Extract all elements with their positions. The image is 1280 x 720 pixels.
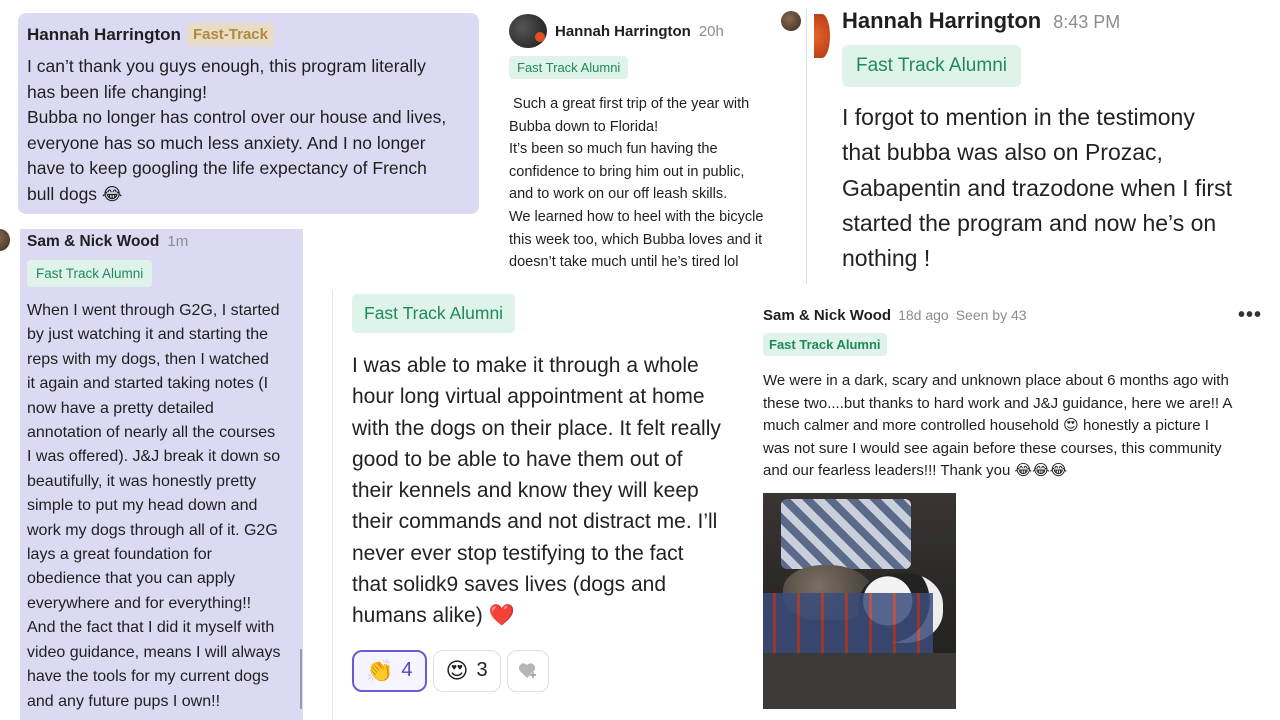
member-badge: Fast Track Alumni: [352, 294, 516, 333]
post-text: Such a great first trip of the year with…: [509, 96, 764, 271]
seen-count[interactable]: Seen by 43: [956, 307, 1027, 323]
author-name[interactable]: Hannah Harrington: [842, 8, 1041, 34]
reaction-count: 4: [401, 659, 413, 682]
author-name[interactable]: Hannah Harrington: [555, 23, 691, 40]
add-reaction-button[interactable]: [506, 649, 549, 692]
reaction-heart-eyes-button[interactable]: 😍 3: [432, 649, 501, 692]
post-header: Hannah Harrington 20h: [509, 14, 806, 48]
author-name[interactable]: Hannah Harrington: [27, 25, 181, 45]
member-badge: Fast Track Alumni: [763, 333, 887, 356]
reaction-clap-button[interactable]: 👏 4: [352, 649, 427, 692]
post-timestamp: 20h: [698, 22, 724, 40]
post-text: I was able to make it through a whole ho…: [352, 354, 721, 628]
member-badge: Fast Track Alumni: [842, 45, 1021, 87]
heart-eyes-emoji-icon: 😍: [445, 657, 469, 683]
post-header: Hannah Harrington Fast-Track: [27, 23, 470, 46]
author-name[interactable]: Sam & Nick Wood: [27, 233, 159, 251]
post-photo-dogs[interactable]: [763, 492, 956, 709]
reaction-bar: 👏 4 😍 3: [352, 649, 752, 692]
post-timestamp: 8:43 PM: [1053, 12, 1121, 32]
post-text: We were in a dark, scary and unknown pla…: [763, 372, 1233, 480]
testimonial-card-hannah-1: Hannah Harrington Fast-Track I can’t tha…: [18, 13, 479, 214]
photo-floor: [763, 652, 956, 709]
photo-blanket: [781, 498, 911, 569]
post-header: Hannah Harrington 8:43 PM: [842, 8, 1280, 34]
clap-emoji-icon: 👏: [366, 657, 394, 683]
member-badge: Fast Track Alumni: [509, 56, 629, 79]
testimonial-card-hannah-3: Hannah Harrington 8:43 PM Fast Track Alu…: [820, 0, 1280, 290]
testimonial-card-sam-nick-1: Sam & Nick Wood 1m Fast Track Alumni Whe…: [20, 229, 303, 720]
post-text: I forgot to mention in the testimony tha…: [842, 104, 1232, 272]
testimonial-card-anonymous: Fast Track Alumni I was able to make it …: [332, 290, 752, 720]
post-header: Sam & Nick Wood 18d ago Seen by 43 •••: [763, 304, 1280, 327]
add-reaction-icon: [518, 663, 536, 678]
avatar[interactable]: [509, 14, 547, 48]
member-badge: Fast Track Alumni: [27, 260, 153, 287]
photo-rug: [763, 592, 933, 653]
scrollbar[interactable]: [300, 649, 302, 709]
testimonial-card-sam-nick-2: Sam & Nick Wood 18d ago Seen by 43 ••• F…: [752, 290, 1280, 720]
post-header: Sam & Nick Wood 1m: [27, 233, 303, 251]
member-badge: Fast-Track: [186, 23, 274, 46]
testimonial-card-hannah-2: Hannah Harrington 20h Fast Track Alumni …: [497, 8, 807, 284]
post-timestamp: 18d ago: [898, 307, 949, 323]
avatar[interactable]: [0, 229, 10, 251]
more-options-icon[interactable]: •••: [1238, 304, 1262, 327]
post-text: When I went through G2G, I started by ju…: [27, 302, 281, 710]
post-timestamp: 1m: [167, 233, 189, 250]
avatar[interactable]: [781, 11, 801, 31]
author-name[interactable]: Sam & Nick Wood: [763, 307, 891, 324]
reaction-count: 3: [476, 659, 488, 682]
post-text: I can’t thank you guys enough, this prog…: [27, 56, 447, 204]
